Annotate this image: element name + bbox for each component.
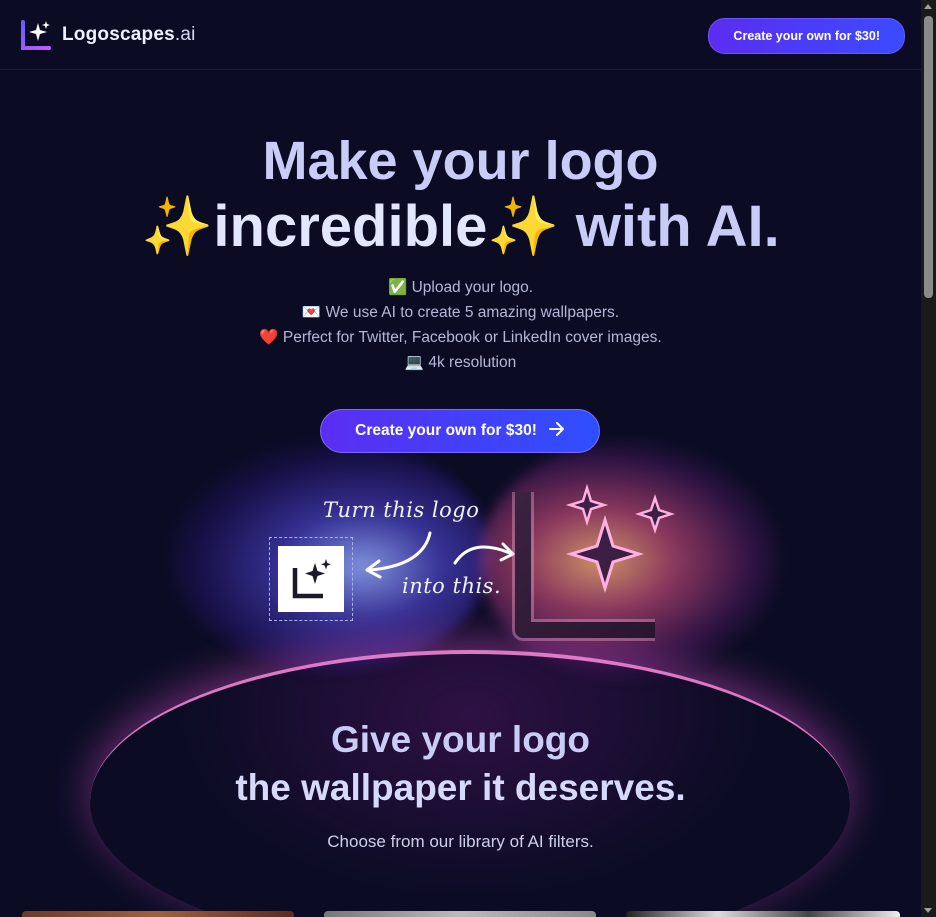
brand-name: Logoscapes.ai <box>62 24 196 45</box>
hero-cta-button[interactable]: Create your own for $30! <box>320 409 600 453</box>
laptop-icon: 💻 <box>404 354 425 371</box>
glowing-logo-icon <box>512 483 675 641</box>
filter-thumbnails <box>0 911 921 917</box>
hero-title-line2: ✨incredible✨ with AI. <box>0 194 921 260</box>
section-title-line1: Give your logo <box>330 719 591 760</box>
brand-logo[interactable]: Logoscapes.ai <box>20 19 196 51</box>
filter-thumbnail[interactable] <box>22 911 294 917</box>
feature-item: 💌 We use AI to create 5 amazing wallpape… <box>301 304 620 321</box>
original-logo <box>278 546 344 612</box>
hero-title-line1: Make your logo <box>262 131 659 191</box>
scroll-down-arrow-icon[interactable] <box>924 908 932 913</box>
page-scrollbar[interactable] <box>921 0 936 917</box>
sparkles-icon: ✨ <box>487 194 560 259</box>
love-letter-icon: 💌 <box>301 304 322 321</box>
section-title-line2: the wallpaper it deserves. <box>235 767 686 808</box>
section-subtitle: Choose from our library of AI filters. <box>327 832 594 851</box>
logo-icon <box>292 559 331 599</box>
top-nav: Logoscapes.ai Create your own for $30! <box>0 0 921 70</box>
logo-icon <box>20 19 52 51</box>
filter-thumbnail[interactable] <box>626 911 900 917</box>
feature-item: 💻 4k resolution <box>404 354 517 371</box>
enhanced-logo <box>505 480 675 645</box>
feature-item: ❤️ Perfect for Twitter, Facebook or Link… <box>259 329 662 346</box>
scroll-thumb[interactable] <box>924 16 933 298</box>
label-turn-this-logo: Turn this logo <box>323 498 480 522</box>
scroll-up-arrow-icon[interactable] <box>924 4 932 9</box>
hero-title-tail: with AI. <box>559 194 780 259</box>
feature-list: ✅ Upload your logo. 💌 We use AI to creat… <box>0 275 921 375</box>
sparkles-icon: ✨ <box>141 194 214 259</box>
checkmark-icon: ✅ <box>387 279 408 296</box>
filter-thumbnail[interactable] <box>324 911 596 917</box>
arrows-icon <box>365 531 515 579</box>
arrow-right-icon <box>548 421 565 441</box>
original-logo-frame <box>269 537 353 621</box>
feature-item: ✅ Upload your logo. <box>387 279 534 296</box>
hero-title-highlight: incredible <box>213 194 488 259</box>
header-cta-button[interactable]: Create your own for $30! <box>708 18 905 54</box>
heart-icon: ❤️ <box>259 329 279 346</box>
hero-cta-label: Create your own for $30! <box>355 422 537 439</box>
landing-page: Logoscapes.ai Create your own for $30! M… <box>0 0 921 917</box>
